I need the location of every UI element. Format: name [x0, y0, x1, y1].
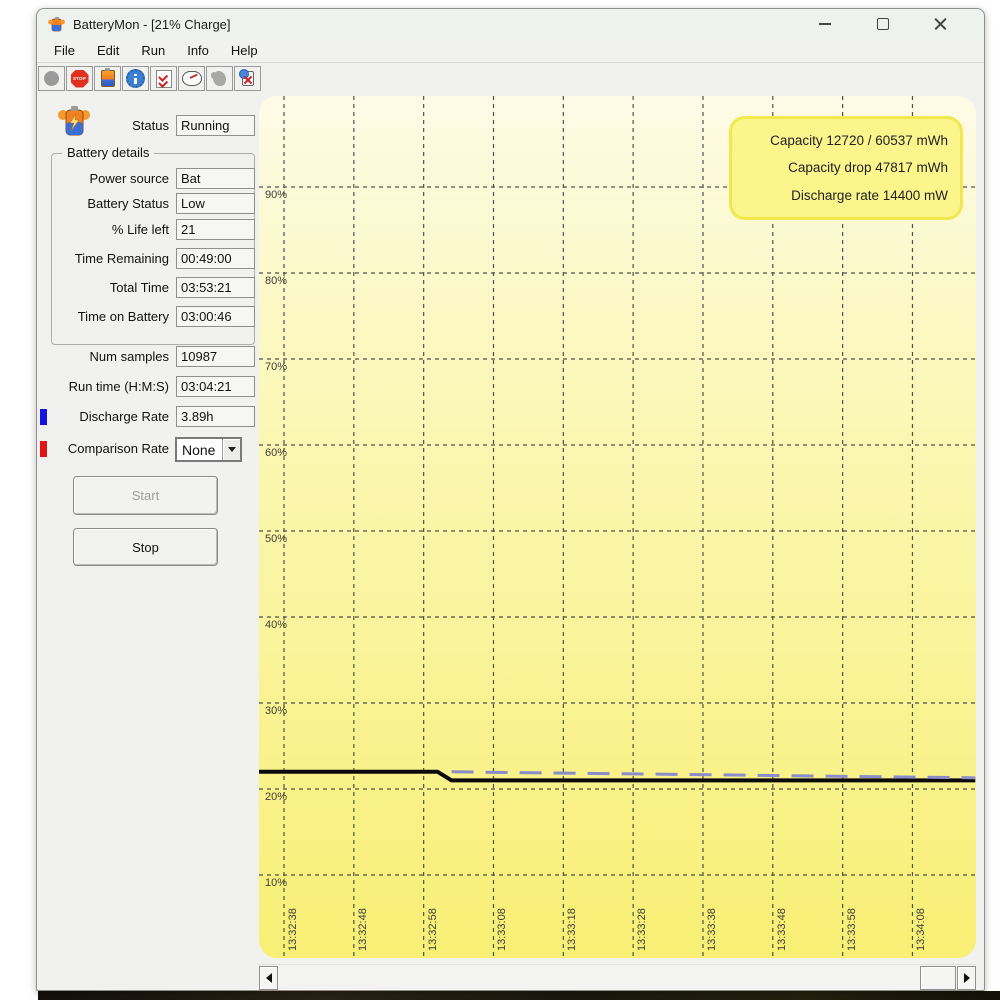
scroll-right-button[interactable]	[957, 966, 976, 990]
status-label: Status	[132, 118, 169, 133]
toolbar-log-button[interactable]	[150, 66, 177, 91]
title-bar: BatteryMon - [21% Charge]	[37, 9, 984, 39]
scrollbar-thumb[interactable]	[920, 966, 956, 990]
dropdown-arrow-button[interactable]	[222, 439, 240, 460]
window-title: BatteryMon - [21% Charge]	[73, 16, 231, 32]
scroll-left-button[interactable]	[259, 966, 278, 990]
close-button[interactable]	[912, 9, 970, 39]
y-axis-label: 40%	[265, 619, 288, 631]
y-axis-label: 50%	[265, 533, 288, 545]
discharge-rate-field[interactable]: 3.89h	[176, 406, 255, 427]
y-axis-label: 90%	[265, 189, 288, 201]
comparison-rate-dropdown[interactable]: None	[175, 437, 242, 462]
time-remaining-label: Time Remaining	[74, 251, 169, 266]
discharge-rate-label: Discharge Rate	[79, 409, 169, 424]
x-axis-label: 13:33:18	[566, 908, 579, 951]
y-axis-label: 80%	[265, 275, 288, 287]
batterymon-window: BatteryMon - [21% Charge] File Edit Run …	[36, 8, 985, 991]
y-axis-label: 70%	[265, 361, 288, 373]
silhouette-icon	[211, 71, 226, 86]
minimize-button[interactable]	[796, 9, 854, 39]
comparison-rate-value: None	[182, 441, 216, 458]
capacity-drop-line: Capacity drop 47817 mWh	[788, 160, 948, 176]
power-source-label: Power source	[89, 171, 169, 186]
chart-info-box: Capacity 12720 / 60537 mWh Capacity drop…	[729, 116, 963, 220]
y-axis-label: 60%	[265, 447, 288, 459]
toolbar: STOP	[37, 64, 984, 94]
arrow-left-icon	[265, 973, 272, 983]
horizontal-scrollbar[interactable]	[259, 964, 976, 990]
time-on-battery-field[interactable]: 03:00:46	[176, 306, 255, 327]
num-samples-field[interactable]: 10987	[176, 346, 255, 367]
x-axis-label: 13:34:08	[915, 908, 928, 951]
x-axis-label: 13:32:58	[426, 908, 439, 951]
run-time-field[interactable]: 03:04:21	[176, 376, 255, 397]
menu-bar: File Edit Run Info Help	[37, 39, 984, 63]
num-samples-label: Num samples	[89, 349, 169, 364]
time-remaining-field[interactable]: 00:49:00	[176, 248, 255, 269]
app-battery-icon	[47, 16, 65, 33]
chart-canvas	[259, 96, 976, 958]
battery-status-label: Battery Status	[87, 196, 169, 211]
x-axis-label: 13:33:48	[775, 908, 788, 951]
toolbar-stop-button[interactable]: STOP	[66, 66, 93, 91]
y-axis-label: 30%	[265, 705, 288, 717]
menu-item-file[interactable]: File	[43, 41, 86, 60]
menu-item-run[interactable]: Run	[130, 41, 176, 60]
menu-item-edit[interactable]: Edit	[86, 41, 130, 60]
toolbar-start-button[interactable]	[38, 66, 65, 91]
discharge-rate-line: Discharge rate 14400 mW	[791, 187, 948, 203]
start-icon	[44, 71, 59, 86]
capacity-line: Capacity 12720 / 60537 mWh	[770, 133, 948, 149]
life-left-field[interactable]: 21	[176, 219, 255, 240]
window-controls	[796, 9, 970, 39]
total-time-label: Total Time	[109, 280, 169, 295]
stop-icon: STOP	[70, 69, 89, 88]
maximize-icon	[877, 18, 889, 30]
toolbar-battery-alert-button[interactable]	[234, 66, 261, 91]
battery-status-field[interactable]: Low	[176, 193, 255, 214]
status-field[interactable]: Running	[176, 115, 255, 136]
comparison-rate-label: Comparison Rate	[67, 441, 169, 456]
gauge-icon	[181, 71, 202, 86]
battery-alert-icon	[238, 69, 254, 86]
chevron-down-icon	[227, 447, 236, 452]
stop-button[interactable]: Stop	[73, 528, 218, 566]
life-left-label: % Life left	[111, 222, 169, 237]
total-time-field[interactable]: 03:53:21	[176, 277, 255, 298]
gear-info-icon	[126, 69, 145, 88]
power-source-field[interactable]: Bat	[176, 168, 255, 189]
arrow-right-icon	[963, 973, 970, 983]
run-time-label: Run time (H:M:S)	[68, 379, 169, 394]
battery-details-title: Battery details	[62, 145, 155, 160]
x-axis-label: 13:32:38	[287, 908, 299, 951]
series-comparison-trend	[451, 770, 976, 780]
menu-item-help[interactable]: Help	[220, 41, 269, 60]
x-axis-label: 13:33:28	[636, 908, 649, 951]
battery-chart: Capacity 12720 / 60537 mWh Capacity drop…	[259, 96, 976, 958]
checklist-icon	[155, 69, 172, 88]
toolbar-system-info-button[interactable]	[122, 66, 149, 91]
x-axis-label: 13:33:38	[705, 908, 718, 951]
battery-icon	[100, 68, 115, 87]
y-axis-label: 20%	[265, 791, 288, 803]
x-axis-label: 13:33:58	[845, 908, 858, 951]
start-button[interactable]: Start	[73, 476, 218, 515]
toolbar-silhouette-button[interactable]	[206, 66, 233, 91]
x-axis-label: 13:32:48	[356, 908, 369, 951]
toolbar-gauge-button[interactable]	[178, 66, 205, 91]
minimize-icon	[819, 23, 831, 25]
x-axis-label: 13:33:08	[496, 908, 509, 951]
y-axis-label: 10%	[265, 877, 288, 889]
menu-item-info[interactable]: Info	[176, 41, 220, 60]
time-on-battery-label: Time on Battery	[77, 309, 169, 324]
toolbar-battery-info-button[interactable]	[94, 66, 121, 91]
maximize-button[interactable]	[854, 9, 912, 39]
desktop-background	[38, 991, 1000, 1000]
